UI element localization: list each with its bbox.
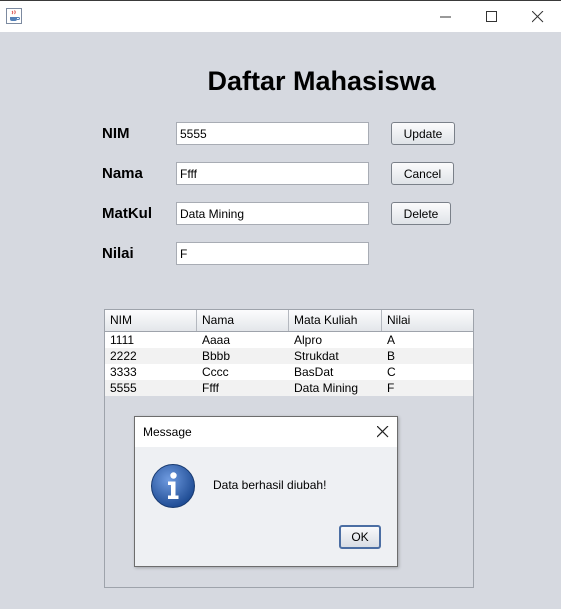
close-icon — [532, 11, 544, 23]
column-header-nama[interactable]: Nama — [197, 310, 289, 331]
close-icon — [377, 426, 389, 438]
table-row[interactable]: 5555 Ffff Data Mining F — [105, 380, 473, 396]
table-row[interactable]: 3333 Cccc BasDat C — [105, 364, 473, 380]
cell-nilai: F — [387, 381, 395, 395]
message-dialog: Message Data berhasil diubah! OK — [134, 416, 398, 567]
nilai-field[interactable] — [176, 242, 369, 265]
nim-field[interactable] — [176, 122, 369, 145]
ok-button[interactable]: OK — [339, 525, 381, 549]
cell-nilai: B — [387, 349, 396, 363]
nilai-label: Nilai — [102, 245, 134, 262]
close-window-button[interactable] — [515, 1, 561, 32]
nama-field[interactable] — [176, 162, 369, 185]
window-titlebar — [0, 0, 561, 32]
cell-nama: Bbbb — [202, 349, 231, 363]
cell-mata-kuliah: Strukdat — [294, 349, 339, 363]
nim-label: NIM — [102, 125, 130, 142]
page-title: Daftar Mahasiswa — [207, 66, 436, 96]
column-header-nim[interactable]: NIM — [105, 310, 197, 331]
minimize-icon — [440, 16, 451, 18]
nama-label: Nama — [102, 165, 143, 182]
dialog-message: Data berhasil diubah! — [213, 478, 327, 492]
cancel-button[interactable]: Cancel — [391, 162, 454, 185]
cell-nama: Cccc — [202, 365, 229, 379]
maximize-icon — [486, 11, 497, 22]
info-icon — [150, 463, 196, 509]
table-body: 1111 Aaaa Alpro A 2222 Bbbb Strukdat B 3… — [105, 332, 473, 396]
update-button[interactable]: Update — [391, 122, 455, 145]
cell-nilai: C — [387, 365, 396, 379]
table-row[interactable]: 1111 Aaaa Alpro A — [105, 332, 473, 348]
table-header: NIM Nama Mata Kuliah Nilai — [105, 310, 473, 332]
dialog-title: Message — [143, 425, 192, 439]
cell-mata-kuliah: Alpro — [294, 333, 323, 347]
minimize-button[interactable] — [423, 1, 469, 32]
dialog-close-button[interactable] — [372, 421, 394, 443]
cell-nama: Ffff — [202, 381, 219, 395]
cell-nim: 2222 — [110, 349, 137, 363]
cell-nim: 5555 — [110, 381, 137, 395]
cell-nama: Aaaa — [202, 333, 231, 347]
cell-mata-kuliah: BasDat — [294, 365, 334, 379]
cell-nim: 3333 — [110, 365, 137, 379]
column-header-nilai[interactable]: Nilai — [382, 310, 473, 331]
maximize-button[interactable] — [469, 1, 515, 32]
cell-nim: 1111 — [110, 333, 135, 347]
column-header-mata-kuliah[interactable]: Mata Kuliah — [289, 310, 382, 331]
delete-button[interactable]: Delete — [391, 202, 451, 225]
cell-mata-kuliah: Data Mining — [294, 381, 359, 395]
matkul-label: MatKul — [102, 205, 152, 222]
java-cup-icon — [6, 8, 22, 24]
matkul-field[interactable] — [176, 202, 369, 225]
cell-nilai: A — [387, 333, 396, 347]
table-row[interactable]: 2222 Bbbb Strukdat B — [105, 348, 473, 364]
dialog-titlebar: Message — [135, 417, 397, 447]
